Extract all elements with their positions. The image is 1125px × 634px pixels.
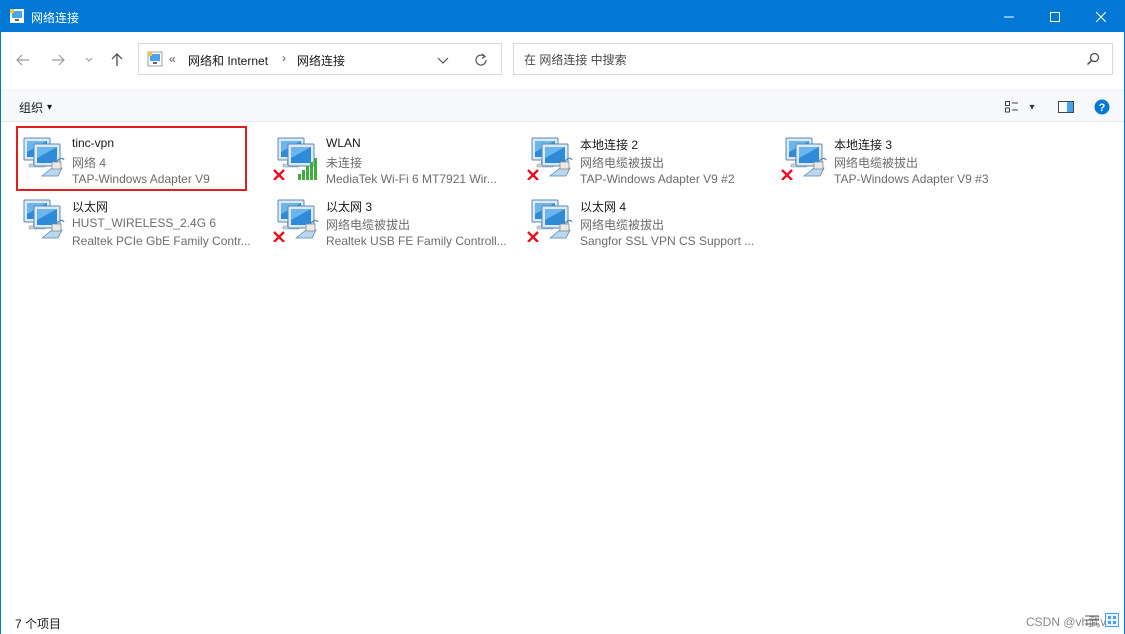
close-button[interactable]	[1078, 1, 1124, 32]
item-count: 7 个项目	[15, 617, 62, 631]
connection-device: TAP-Windows Adapter V9 #2	[580, 172, 735, 186]
back-arrow-icon	[16, 54, 29, 66]
help-button[interactable]: ?	[1093, 97, 1111, 117]
connection-device: MediaTek Wi-Fi 6 MT7921 Wir...	[326, 172, 497, 186]
forward-arrow-icon	[52, 54, 65, 66]
network-connections-icon	[147, 51, 163, 67]
connection-name: 本地连接 3	[834, 138, 893, 152]
up-button[interactable]	[105, 48, 129, 72]
overflow-chevron[interactable]: «	[169, 52, 176, 66]
window-title: 网络连接	[31, 11, 80, 25]
breadcrumb-network-connections[interactable]: 网络连接	[297, 52, 345, 69]
connection-tile[interactable]: 本地连接 2 网络电缆被拔出 TAP-Windows Adapter V9 #2	[524, 126, 774, 186]
disconnected-x-icon	[527, 231, 539, 242]
up-arrow-icon	[111, 53, 123, 66]
connection-name: WLAN	[326, 136, 361, 150]
title-bar[interactable]: 网络连接	[1, 1, 1124, 32]
refresh-icon[interactable]	[473, 52, 489, 68]
organize-label: 组织	[19, 101, 44, 115]
connection-device: TAP-Windows Adapter V9	[72, 172, 210, 186]
breadcrumb-separator[interactable]: ›	[282, 51, 286, 65]
connection-tile[interactable]: 以太网 4 网络电缆被拔出 Sangfor SSL VPN CS Support .…	[524, 188, 774, 248]
recent-locations-button[interactable]	[77, 48, 101, 72]
file-list-area[interactable]: tinc-vpn 网络 4 TAP-Windows Adapter V9 WLAN 未连…	[1, 122, 1124, 607]
details-view-icon	[1085, 615, 1099, 625]
connection-name: 本地连接 2	[580, 138, 639, 152]
close-icon	[1096, 11, 1106, 22]
connection-device: TAP-Windows Adapter V9 #3	[834, 172, 989, 186]
connection-name: 以太网 3	[326, 200, 373, 214]
tiles-view-button[interactable]	[1104, 612, 1120, 628]
details-view-button[interactable]	[1084, 612, 1100, 628]
explorer-window: 网络连接 « 网络和 Internet › 网络连接 在 网络连接 中搜索 组织…	[0, 0, 1125, 634]
connection-name: tinc-vpn	[72, 136, 115, 150]
network-adapter-icon	[527, 137, 573, 180]
minimize-button[interactable]	[986, 1, 1032, 32]
search-icon[interactable]	[1086, 52, 1100, 66]
command-bar: 组织 ▾ ▾ ?	[1, 90, 1124, 122]
maximize-button[interactable]	[1032, 1, 1078, 32]
connection-device: Sangfor SSL VPN CS Support ...	[580, 234, 755, 248]
svg-text:?: ?	[1099, 102, 1106, 114]
organize-menu-button[interactable]: 组织 ▾	[19, 99, 52, 116]
status-bar: 7 个项目 CSDN @vh武v	[1, 607, 1124, 634]
connection-device: Realtek PCIe GbE Family Contr...	[72, 234, 251, 248]
chevron-down-icon: ▾	[1029, 101, 1035, 113]
breadcrumb-network-internet[interactable]: 网络和 Internet	[188, 52, 268, 69]
network-adapter-icon	[781, 137, 827, 180]
connection-status: 网络电缆被拔出	[580, 156, 665, 170]
disconnected-x-icon	[273, 231, 285, 242]
change-view-button[interactable]	[1002, 97, 1022, 117]
network-adapter-icon	[273, 199, 319, 242]
network-adapter-icon	[527, 199, 573, 242]
forward-button[interactable]	[46, 48, 70, 72]
help-icon: ?	[1094, 99, 1110, 115]
network-adapter-icon	[23, 137, 65, 177]
disconnected-x-icon	[527, 169, 539, 180]
connection-status: HUST_WIRELESS_2.4G 6	[72, 216, 217, 230]
network-connections-app-icon	[10, 9, 24, 23]
disconnected-x-icon	[273, 169, 285, 180]
view-details-icon	[1005, 101, 1018, 113]
connection-status: 网络 4	[72, 156, 107, 170]
chevron-down-icon	[85, 57, 93, 62]
search-input[interactable]	[522, 50, 1066, 70]
connection-status: 网络电缆被拔出	[834, 156, 919, 170]
connection-device: Realtek USB FE Family Controll...	[326, 234, 507, 248]
connection-tile[interactable]: 以太网 HUST_WIRELESS_2.4G 6 Realtek PCIe GbE …	[16, 188, 266, 248]
connection-tile[interactable]: 以太网 3 网络电缆被拔出 Realtek USB FE Family Contro…	[270, 188, 520, 248]
view-options-dropdown[interactable]: ▾	[1025, 97, 1039, 117]
preview-pane-icon	[1058, 101, 1074, 113]
tiles-view-icon	[1105, 613, 1119, 627]
network-adapter-icon	[273, 137, 317, 180]
maximize-icon	[1050, 11, 1060, 22]
minimize-icon	[1004, 16, 1014, 17]
chevron-down-icon: ▾	[47, 102, 53, 113]
connection-status: 网络电缆被拔出	[580, 218, 665, 232]
search-box[interactable]	[513, 43, 1113, 75]
connection-name: 以太网	[72, 200, 109, 214]
address-dropdown-icon[interactable]	[435, 52, 451, 68]
connection-name: 以太网 4	[580, 200, 627, 214]
navigation-bar: « 网络和 Internet › 网络连接	[1, 32, 1124, 90]
disconnected-x-icon	[781, 169, 793, 180]
address-bar[interactable]: « 网络和 Internet › 网络连接	[138, 43, 502, 75]
connection-tile[interactable]: WLAN 未连接 MediaTek Wi-Fi 6 MT7921 Wir...	[270, 126, 520, 186]
connection-tile[interactable]: 本地连接 3 网络电缆被拔出 TAP-Windows Adapter V9 #3	[778, 126, 1028, 186]
preview-pane-button[interactable]	[1056, 97, 1076, 117]
network-adapter-icon	[23, 199, 65, 239]
back-button[interactable]	[11, 48, 35, 72]
connection-tile[interactable]: tinc-vpn 网络 4 TAP-Windows Adapter V9	[16, 126, 266, 186]
connection-status: 网络电缆被拔出	[326, 218, 411, 232]
connection-status: 未连接	[326, 156, 363, 170]
